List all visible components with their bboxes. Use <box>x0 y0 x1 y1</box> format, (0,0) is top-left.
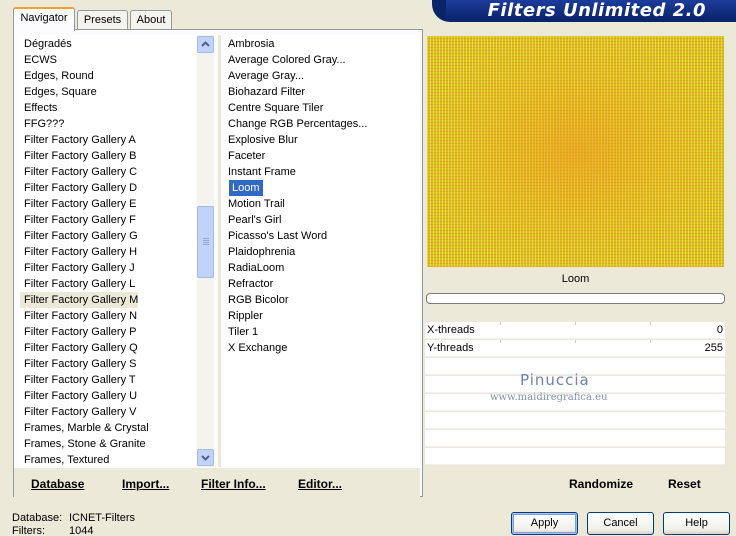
empty-slider-6 <box>425 412 725 429</box>
category-list[interactable]: Dégradés ECWS Edges, Round Edges, Square Eff… <box>20 35 196 467</box>
filter-item[interactable]: Instant Frame <box>224 164 296 180</box>
filter-item[interactable]: Tiler 1 <box>224 324 258 340</box>
category-scrollbar[interactable] <box>197 35 214 467</box>
x-threads-value: 0 <box>716 324 723 336</box>
scroll-up-button[interactable] <box>197 36 214 53</box>
category-item[interactable]: Filter Factory Gallery V <box>20 404 136 420</box>
category-item[interactable]: Edges, Round <box>20 68 94 84</box>
list-divider <box>218 35 221 467</box>
cancel-button[interactable]: Cancel <box>587 512 654 535</box>
watermark-name: Pinuccia <box>520 371 590 389</box>
category-item[interactable]: Filter Factory Gallery T <box>20 372 136 388</box>
filter-item[interactable]: Refractor <box>224 276 273 292</box>
x-threads-label: X-threads <box>427 324 475 336</box>
filter-item[interactable]: Loom <box>229 180 263 196</box>
reset-button[interactable]: Reset <box>668 477 701 491</box>
category-item[interactable]: Filter Factory Gallery M <box>20 292 139 308</box>
chevron-down-icon <box>201 455 210 461</box>
progress-bar <box>426 293 725 304</box>
category-item[interactable]: Frames, Stone & Granite <box>20 436 146 452</box>
category-item[interactable]: Filter Factory Gallery S <box>20 356 136 372</box>
tab-about[interactable]: About <box>130 10 172 30</box>
category-item[interactable]: Filter Factory Gallery P <box>20 324 136 340</box>
filter-info-button[interactable]: Filter Info... <box>201 477 266 491</box>
filter-item[interactable]: Plaidophrenia <box>224 244 295 260</box>
status-database: Database: ICNET-Filters <box>12 512 135 524</box>
watermark-url: www.maidiregrafica.eu <box>490 392 608 403</box>
y-threads-value: 255 <box>704 342 723 354</box>
status-filters-label: Filters: <box>12 525 45 536</box>
editor-button[interactable]: Editor... <box>298 477 342 491</box>
tab-navigator[interactable]: Navigator <box>13 7 75 31</box>
scroll-thumb[interactable] <box>197 206 214 278</box>
category-item[interactable]: Filter Factory Gallery L <box>20 276 135 292</box>
filter-item[interactable]: Rippler <box>224 308 263 324</box>
header-banner: Filters Unlimited 2.0 <box>432 0 736 22</box>
filter-item[interactable]: Motion Trail <box>224 196 285 212</box>
empty-slider-7 <box>425 430 725 447</box>
filter-preview-image <box>427 36 724 267</box>
status-database-value: ICNET-Filters <box>69 512 135 524</box>
category-item[interactable]: Filter Factory Gallery D <box>20 180 137 196</box>
category-item[interactable]: Filter Factory Gallery C <box>20 164 137 180</box>
filter-list[interactable]: Ambrosia Average Colored Gray... Average G… <box>224 35 420 467</box>
category-item[interactable]: Filter Factory Gallery F <box>20 212 136 228</box>
category-item[interactable]: Filter Factory Gallery J <box>20 260 135 276</box>
category-item[interactable]: Filter Factory Gallery Q <box>20 340 138 356</box>
filter-item[interactable]: Ambrosia <box>224 36 274 52</box>
filter-item[interactable]: Change RGB Percentages... <box>224 116 367 132</box>
filter-item[interactable]: X Exchange <box>224 340 287 356</box>
apply-button[interactable]: Apply <box>511 512 578 535</box>
category-item[interactable]: ECWS <box>20 52 57 68</box>
filter-item[interactable]: RGB Bicolor <box>224 292 289 308</box>
filter-item[interactable]: Picasso's Last Word <box>224 228 327 244</box>
category-item[interactable]: Edges, Square <box>20 84 97 100</box>
x-threads-slider[interactable]: X-threads 0 <box>425 322 725 339</box>
category-item[interactable]: Filter Factory Gallery A <box>20 132 136 148</box>
category-item[interactable]: Filter Factory Gallery N <box>20 308 137 324</box>
filter-item[interactable]: Explosive Blur <box>224 132 298 148</box>
category-item[interactable]: Effects <box>20 100 57 116</box>
filter-item[interactable]: Average Colored Gray... <box>224 52 346 68</box>
filter-item[interactable]: RadiaLoom <box>224 260 284 276</box>
randomize-button[interactable]: Randomize <box>569 477 633 491</box>
database-button[interactable]: Database <box>31 477 84 491</box>
help-button[interactable]: Help <box>663 512 730 535</box>
category-item[interactable]: Filter Factory Gallery E <box>20 196 136 212</box>
tab-presets[interactable]: Presets <box>77 10 128 30</box>
y-threads-slider[interactable]: Y-threads 255 <box>425 340 725 357</box>
category-item[interactable]: Filter Factory Gallery G <box>20 228 138 244</box>
category-item[interactable]: Frames, Textured <box>20 452 109 468</box>
category-item[interactable]: Filter Factory Gallery U <box>20 388 137 404</box>
app-title: Filters Unlimited 2.0 <box>487 0 706 21</box>
status-filters-value: 1044 <box>69 525 94 536</box>
status-filters: Filters: 1044 <box>12 525 93 536</box>
category-item[interactable]: Frames, Marble & Crystal <box>20 420 149 436</box>
filter-item[interactable]: Pearl's Girl <box>224 212 281 228</box>
scroll-down-button[interactable] <box>197 449 214 466</box>
y-threads-label: Y-threads <box>427 342 474 354</box>
category-item[interactable]: FFG??? <box>20 116 64 132</box>
filter-item[interactable]: Average Gray... <box>224 68 304 84</box>
chevron-up-icon <box>201 41 210 47</box>
empty-slider-8 <box>425 448 725 465</box>
filter-item[interactable]: Faceter <box>224 148 265 164</box>
category-item[interactable]: Filter Factory Gallery B <box>20 148 136 164</box>
status-database-label: Database: <box>12 512 63 524</box>
filter-item[interactable]: Centre Square Tiler <box>224 100 323 116</box>
preview-filter-name: Loom <box>561 273 590 285</box>
category-item[interactable]: Dégradés <box>20 36 72 52</box>
category-item[interactable]: Filter Factory Gallery H <box>20 244 137 260</box>
import-button[interactable]: Import... <box>122 477 169 491</box>
filter-item[interactable]: Biohazard Filter <box>224 84 305 100</box>
